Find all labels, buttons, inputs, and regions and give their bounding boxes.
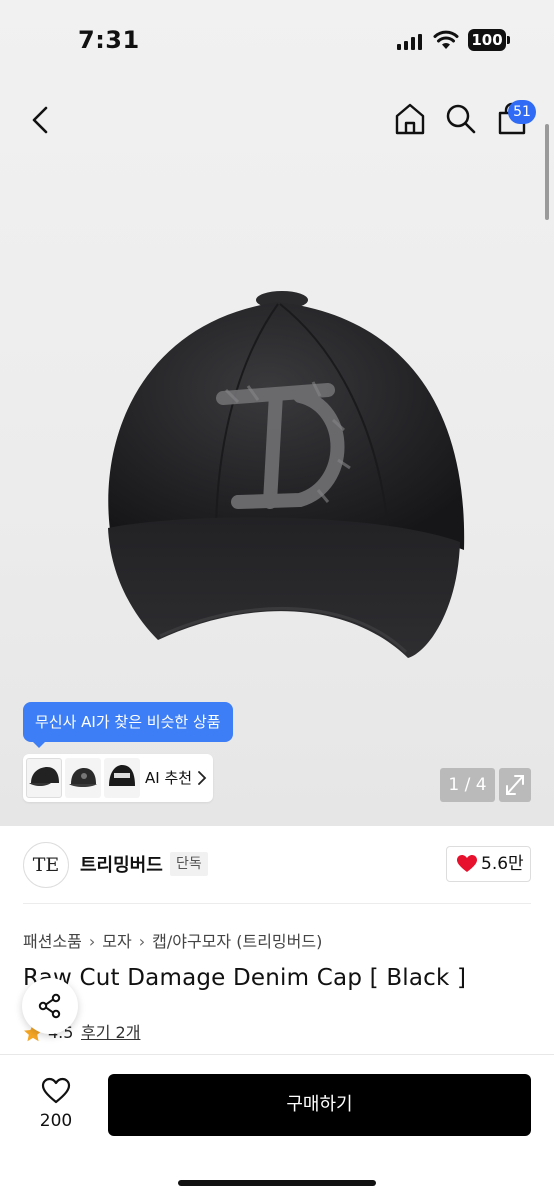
product-title: Raw Cut Damage Denim Cap [ Black ] [23, 965, 467, 991]
bottom-action-bar: 200 구매하기 [0, 1054, 554, 1200]
ai-similar-products-tooltip[interactable]: 무신사 AI가 찾은 비슷한 상품 [23, 702, 233, 742]
chevron-right-icon [198, 771, 207, 785]
heart-filled-icon [457, 855, 477, 872]
brand-like-button[interactable]: 5.6만 [446, 846, 531, 882]
breadcrumb-item[interactable]: 모자 [102, 932, 131, 951]
cap-thumbnail-icon [109, 765, 135, 786]
wishlist-button[interactable]: 200 [28, 1073, 84, 1137]
chevron-right-icon: › [138, 932, 146, 951]
battery-icon: 100 [468, 29, 510, 51]
share-button[interactable] [22, 978, 78, 1034]
back-arrow-icon[interactable] [24, 102, 58, 138]
expand-icon [506, 775, 524, 795]
wishlist-count: 200 [39, 1111, 73, 1131]
status-time: 7:31 [78, 26, 140, 54]
brand-name[interactable]: 트리밍버드 [80, 851, 163, 877]
cellular-signal-icon [397, 34, 422, 50]
wifi-icon [433, 30, 459, 49]
share-icon [38, 993, 61, 1019]
tooltip-arrow [32, 741, 46, 748]
cap-thumbnail-icon [29, 767, 59, 786]
home-icon[interactable] [392, 101, 428, 137]
cart-count-badge: 51 [508, 100, 536, 124]
breadcrumb-item[interactable]: 캡/야구모자 (트리밍버드) [152, 932, 322, 951]
product-image-cap [108, 291, 465, 658]
buy-button[interactable]: 구매하기 [108, 1074, 531, 1136]
ai-thumb-2[interactable] [65, 758, 101, 798]
home-indicator [178, 1180, 376, 1186]
image-page-counter: 1 / 4 [440, 768, 495, 802]
ai-recommendation-button[interactable]: AI 추천 [23, 754, 213, 802]
cap-thumbnail-icon [69, 768, 97, 787]
breadcrumb: 패션소품 › 모자 › 캡/야구모자 (트리밍버드) [23, 928, 322, 952]
breadcrumb-item[interactable]: 패션소품 [23, 932, 82, 951]
chevron-right-icon: › [88, 932, 96, 951]
exclusive-badge: 단독 [170, 852, 208, 876]
brand-logo[interactable]: TE [23, 842, 69, 888]
ai-thumb-1[interactable] [26, 758, 62, 798]
status-bar: 7:31 100 [0, 0, 554, 84]
battery-level: 100 [468, 29, 506, 51]
divider [23, 903, 531, 904]
battery-tip [507, 36, 510, 44]
search-icon[interactable] [444, 102, 478, 136]
reviews-link[interactable]: 후기 2개 [81, 1021, 140, 1045]
scroll-indicator [545, 124, 549, 220]
expand-image-button[interactable] [499, 768, 531, 802]
brand-like-count: 5.6만 [481, 854, 524, 874]
ai-recommend-label: AI 추천 [145, 769, 193, 787]
heart-outline-icon [41, 1077, 71, 1104]
product-gallery[interactable]: 7:31 100 51 무신사 AI가 찾은 비슷한 상품 AI 추천 1 / … [0, 0, 554, 826]
ai-thumb-3[interactable] [104, 758, 140, 798]
